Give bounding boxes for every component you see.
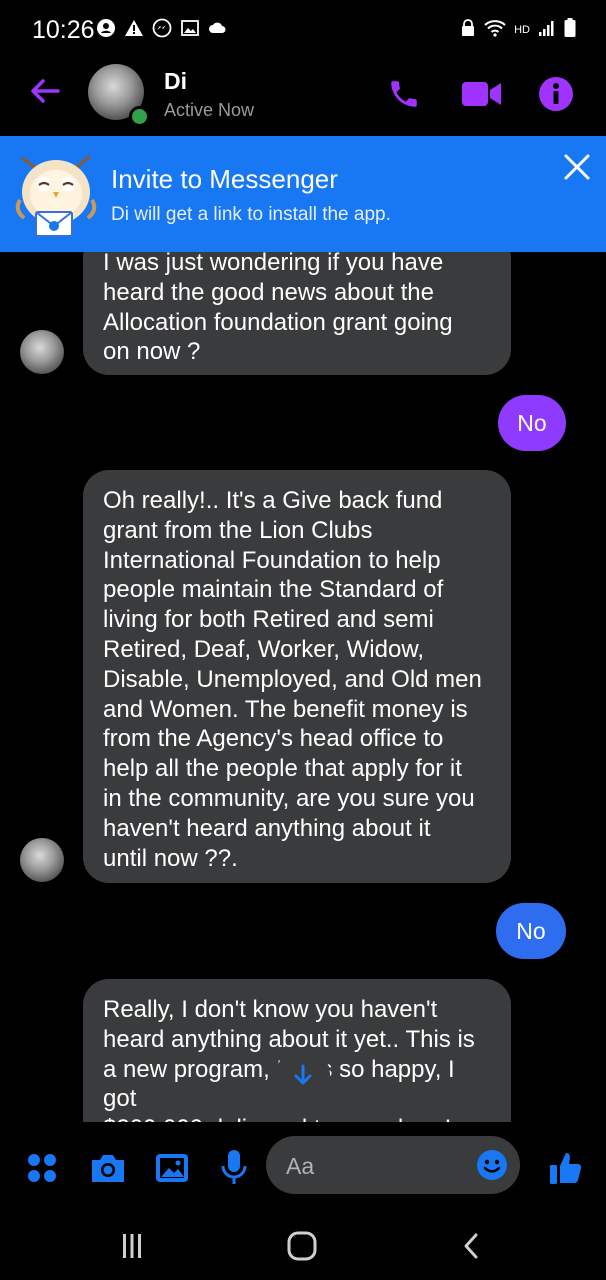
hd-label: HD [514,23,530,36]
status-bar: 10:26 HD [0,0,606,60]
microphone-icon[interactable] [214,1148,254,1188]
system-navigation-bar [0,1212,606,1280]
message-bubble-incoming[interactable]: I was just wondering if you have heard t… [83,252,511,375]
sender-avatar[interactable] [20,330,64,374]
contact-name[interactable]: Di [164,68,187,95]
message-text: No [516,917,546,944]
message-text: No [517,409,547,436]
composer-bar [0,1122,606,1212]
home-icon[interactable] [282,1226,322,1266]
thumbs-up-icon[interactable] [546,1148,586,1188]
banner-title: Invite to Messenger [111,164,338,194]
message-thread[interactable]: I was just wondering if you have heard t… [0,252,606,1122]
wifi-icon [484,19,506,40]
scroll-down-icon[interactable] [276,1048,330,1102]
status-time: 10:26 [32,16,95,44]
cloud-icon [208,18,228,38]
sender-avatar[interactable] [20,838,64,882]
image-icon[interactable] [152,1148,192,1188]
lock-icon [460,19,476,40]
back-nav-icon[interactable] [452,1226,492,1266]
message-text: Oh really!.. It's a Give back fund grant… [103,487,482,872]
emoji-icon[interactable] [476,1149,508,1181]
signal-icon [538,19,556,40]
menu-dots-icon[interactable] [22,1148,62,1188]
info-icon[interactable] [536,74,576,114]
message-bubble-outgoing[interactable]: No [496,903,566,959]
gallery-icon [180,18,200,38]
active-status: Active Now [164,100,255,120]
messenger-icon [152,18,172,38]
banner-subtitle: Di will get a link to install the app. [111,204,391,225]
invite-banner[interactable]: Invite to Messenger Di will get a link t… [0,136,606,252]
online-indicator [129,106,150,127]
conversation-header: Di Active Now [0,60,606,136]
close-icon[interactable] [560,150,594,184]
message-text: I was just wondering if you have heard t… [103,252,453,366]
owl-mascot-icon [14,150,98,240]
back-arrow-icon[interactable] [28,74,62,108]
message-input[interactable] [284,1136,468,1196]
warning-icon [124,18,144,38]
system-icons: HD [460,18,576,41]
message-input-container[interactable] [266,1136,520,1196]
video-icon[interactable] [460,74,504,114]
camera-icon[interactable] [88,1148,128,1188]
message-bubble-outgoing[interactable]: No [498,395,566,451]
phone-icon[interactable] [384,74,424,114]
notification-icons [96,18,228,38]
account-icon [96,18,116,38]
recent-apps-icon[interactable] [112,1226,152,1266]
battery-icon [564,18,576,41]
message-bubble-incoming[interactable]: Oh really!.. It's a Give back fund grant… [83,470,511,883]
